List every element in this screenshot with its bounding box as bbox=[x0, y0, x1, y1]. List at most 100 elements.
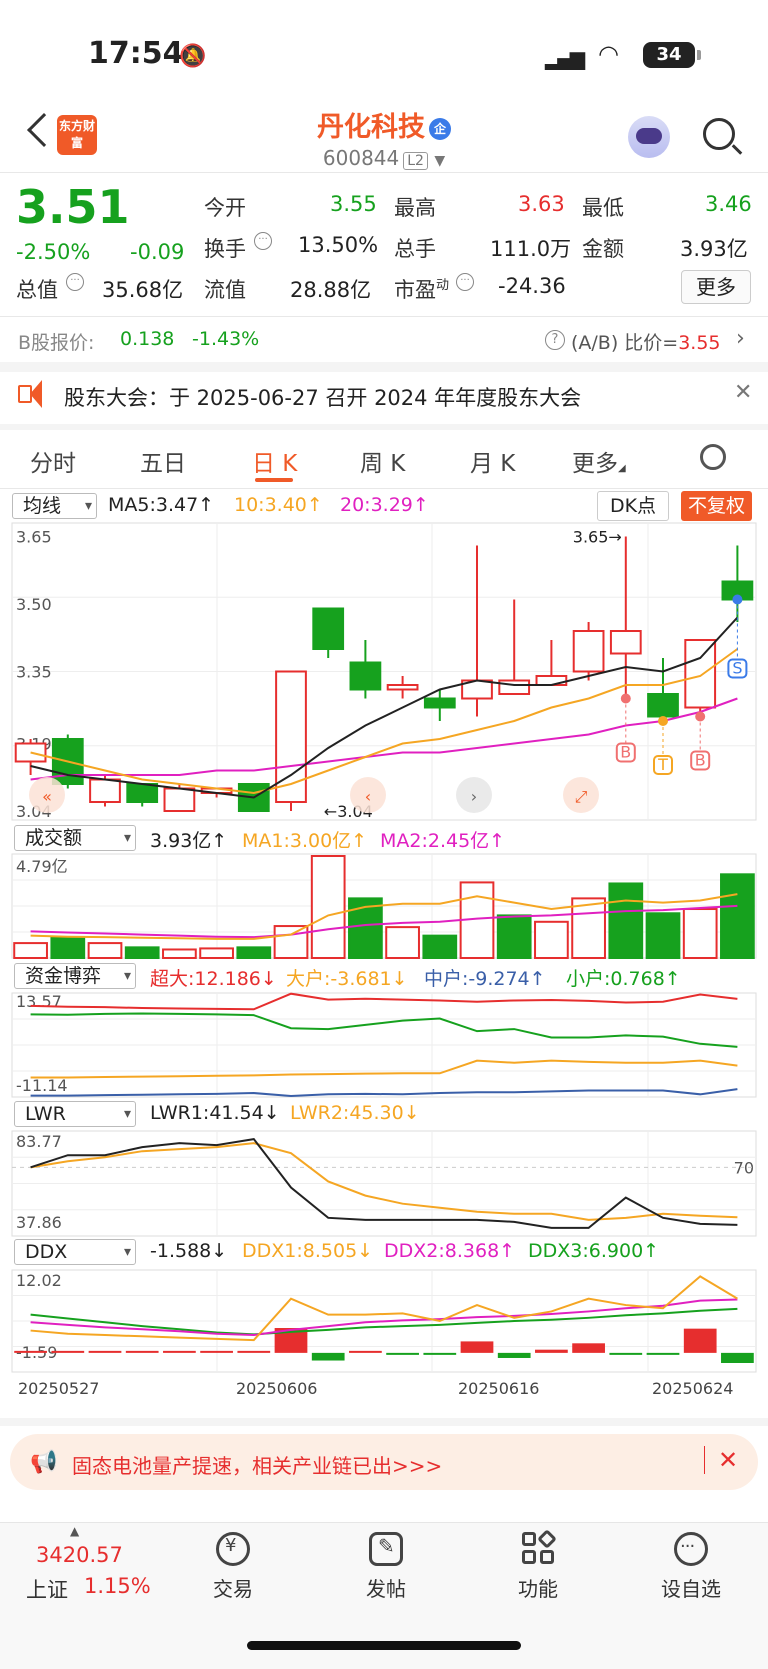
battery-icon: 34 bbox=[643, 42, 695, 68]
ddx-bar bbox=[497, 1352, 531, 1358]
ddx-bar bbox=[535, 1349, 568, 1353]
index-name[interactable]: 上证 bbox=[26, 1574, 68, 1604]
tab-daily-k[interactable]: 日 K bbox=[252, 444, 297, 478]
dk-point-button[interactable]: DK点 bbox=[597, 491, 669, 521]
volume-bar bbox=[645, 912, 681, 959]
function-grid-icon[interactable] bbox=[522, 1532, 536, 1546]
nav-trade[interactable]: 交易 bbox=[183, 1573, 283, 1602]
signal-label: B bbox=[695, 751, 706, 770]
info-icon[interactable]: ··· bbox=[456, 273, 474, 291]
fund-small: 小户:0.768↑ bbox=[566, 968, 681, 990]
unadjusted-button[interactable]: 不复权 bbox=[681, 491, 752, 521]
high-marker: 3.65→ bbox=[573, 528, 622, 547]
volume-bar bbox=[236, 946, 272, 959]
help-icon[interactable]: ? bbox=[545, 330, 565, 350]
more-button[interactable]: 更多 bbox=[681, 270, 751, 304]
tab-monthly-k[interactable]: 月 K bbox=[470, 444, 515, 478]
ddx-selector[interactable]: DDX bbox=[14, 1239, 136, 1265]
ddx-bar bbox=[386, 1352, 419, 1355]
index-value[interactable]: 3420.57 bbox=[36, 1543, 123, 1567]
amount-label: 金额 bbox=[582, 237, 624, 261]
ma-selector[interactable]: 均线 bbox=[12, 493, 97, 519]
nav-post[interactable]: 发帖 bbox=[336, 1573, 436, 1602]
open-label: 今开 bbox=[204, 196, 246, 220]
bshare-pct: -1.43% bbox=[192, 328, 260, 350]
ad-text[interactable]: 固态电池量产提速，相关产业链已出>>> bbox=[72, 1450, 442, 1479]
ddx-bar bbox=[51, 1350, 85, 1353]
candle-body bbox=[498, 679, 531, 695]
divider bbox=[0, 316, 768, 317]
float-label: 流值 bbox=[204, 278, 246, 302]
ddx-bar bbox=[572, 1343, 605, 1353]
chart-nav-glyph: ⤢ bbox=[575, 787, 588, 806]
volume-bar bbox=[422, 934, 458, 960]
lwr-selector[interactable]: LWR bbox=[14, 1101, 136, 1127]
tab-intraday[interactable]: 分时 bbox=[30, 444, 76, 478]
section-gap bbox=[0, 362, 768, 372]
volume-selector[interactable]: 成交额 bbox=[14, 825, 136, 851]
lwr-tick: 37.86 bbox=[16, 1213, 62, 1232]
signal-label: T bbox=[657, 755, 668, 774]
price-tick: 3.50 bbox=[16, 595, 52, 614]
ddx1-legend: DDX1:8.505↓ bbox=[242, 1240, 374, 1262]
index-pct[interactable]: 1.15% bbox=[84, 1574, 151, 1598]
nav-function[interactable]: 功能 bbox=[488, 1573, 588, 1602]
status-time: 17:54 bbox=[88, 36, 184, 71]
ddx-bar bbox=[88, 1350, 122, 1353]
notice-text[interactable]: 股东大会：于 2025-06-27 召开 2024 年年度股东大会 bbox=[64, 382, 581, 412]
volume-value: 111.0万 bbox=[490, 237, 572, 261]
search-icon[interactable] bbox=[703, 118, 735, 150]
fund-tick: 13.57 bbox=[16, 992, 62, 1011]
low-value: 3.46 bbox=[705, 192, 752, 216]
section-gap bbox=[0, 1418, 768, 1426]
settings-gear-icon[interactable] bbox=[700, 444, 726, 470]
fund-selector[interactable]: 资金博弈 bbox=[14, 963, 136, 989]
volume-bar bbox=[199, 947, 234, 960]
bell-muted-icon: 🔕 bbox=[179, 44, 207, 69]
volume-ma2: MA2:2.45亿↑ bbox=[380, 830, 506, 852]
ab-ratio[interactable]: (A/B) 比价=3.55 bbox=[571, 328, 721, 355]
chart-nav-glyph: › bbox=[471, 787, 477, 806]
open-value: 3.55 bbox=[330, 192, 377, 216]
ab-ratio-value: 3.55 bbox=[678, 332, 721, 354]
tab-more-label: 更多 bbox=[572, 451, 618, 477]
high-value: 3.63 bbox=[518, 192, 565, 216]
chart-nav-glyph: « bbox=[42, 787, 52, 806]
ddx-bar bbox=[349, 1350, 382, 1353]
mktcap-value: 35.68亿 bbox=[102, 278, 184, 302]
ma10-legend: 10:3.40↑ bbox=[234, 494, 323, 516]
ad-close-icon[interactable]: ✕ bbox=[718, 1446, 738, 1474]
candle-body bbox=[647, 693, 679, 718]
nav-watchlist[interactable]: 设自选 bbox=[641, 1573, 741, 1602]
chart-nav-glyph: ‹ bbox=[365, 787, 371, 806]
dropdown-icon: ▼ bbox=[434, 153, 446, 169]
ab-ratio-label: (A/B) 比价= bbox=[571, 332, 679, 354]
date-label: 20250606 bbox=[236, 1379, 317, 1398]
ddx-bar bbox=[683, 1328, 717, 1353]
bshare-label: B股报价: bbox=[18, 332, 95, 354]
enterprise-badge: 企 bbox=[429, 117, 451, 140]
candle-body bbox=[386, 684, 419, 691]
candle-body bbox=[423, 697, 456, 709]
chevron-right-icon[interactable]: › bbox=[736, 326, 745, 351]
tab-weekly-k[interactable]: 周 K bbox=[360, 444, 405, 478]
home-indicator bbox=[247, 1641, 521, 1650]
fund-super-line bbox=[30, 992, 738, 1011]
pencil-glyph: ✎ bbox=[378, 1534, 395, 1558]
ddx2-legend: DDX2:8.368↑ bbox=[384, 1240, 516, 1262]
ma-selector-label: 均线 bbox=[23, 495, 62, 517]
ma5-legend: MA5:3.47↑ bbox=[108, 494, 215, 516]
ddx-bar bbox=[200, 1350, 233, 1353]
price-tick: 3.35 bbox=[16, 663, 52, 682]
lwr-tick: 83.77 bbox=[16, 1132, 62, 1151]
tab-more[interactable]: 更多◢ bbox=[572, 444, 626, 478]
caret-icon: ◢ bbox=[618, 463, 626, 474]
stock-chart[interactable]: 3.653.503.353.193.043.65→←3.04BTBS«‹›⤢4.… bbox=[0, 520, 768, 1400]
pe-label-text: 市盈 bbox=[394, 278, 436, 302]
section-gap bbox=[0, 424, 768, 430]
tab-five-day[interactable]: 五日 bbox=[140, 444, 186, 478]
info-icon[interactable]: ··· bbox=[254, 232, 272, 250]
wifi-icon: ◠ bbox=[598, 40, 619, 68]
close-icon[interactable]: ✕ bbox=[734, 380, 752, 405]
info-icon[interactable]: ··· bbox=[66, 273, 84, 291]
